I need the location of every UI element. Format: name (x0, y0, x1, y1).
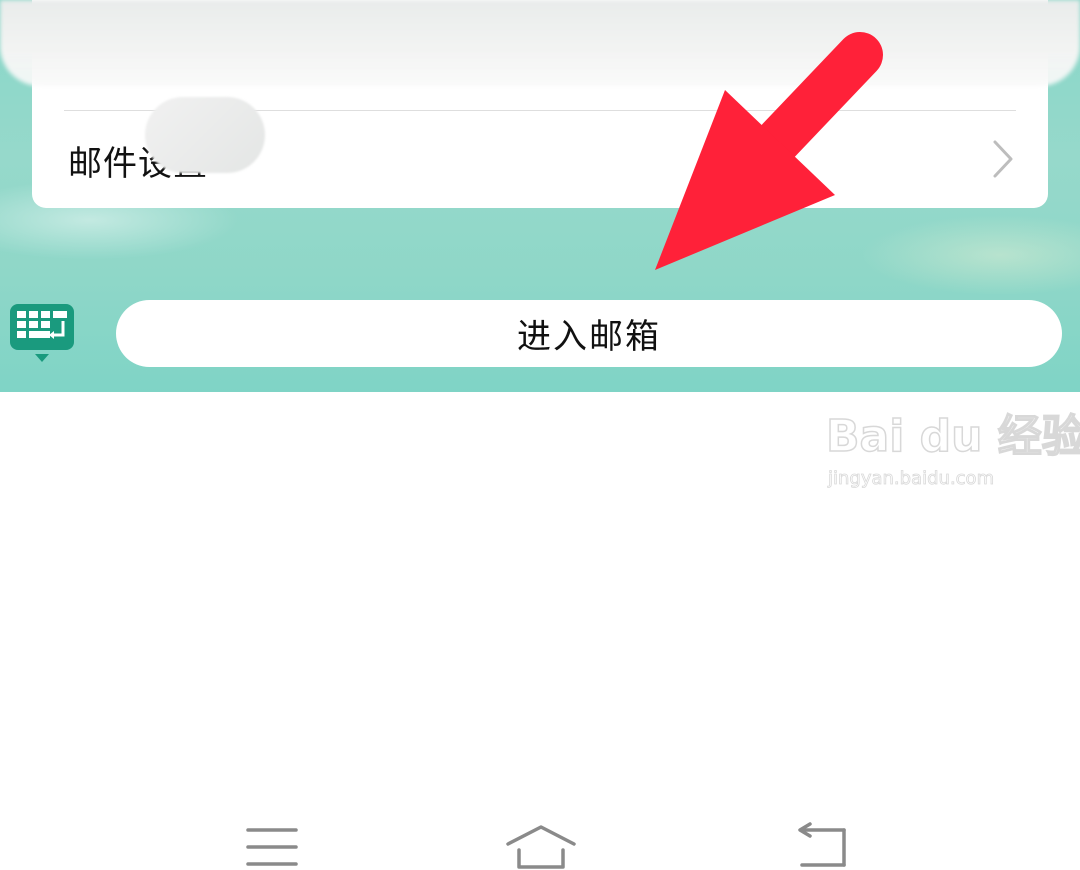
app-content-area: 邮件设置 进入邮箱 (0, 0, 1080, 392)
blurred-region (145, 97, 265, 173)
keyboard-toggle-button[interactable] (8, 302, 76, 366)
baidu-jingyan-watermark: Bai du 经验 jingyan.baidu.com (825, 400, 1080, 496)
enter-mailbox-button[interactable]: 进入邮箱 (116, 300, 1062, 367)
menu-icon[interactable] (246, 827, 298, 867)
chevron-right-icon (993, 140, 1013, 178)
background-glow (860, 215, 1080, 295)
watermark-brand: Bai du 经验 (825, 410, 1080, 463)
back-icon[interactable] (796, 822, 852, 868)
keyboard-icon (10, 304, 74, 362)
home-icon[interactable] (505, 824, 577, 870)
watermark-url: jingyan.baidu.com (828, 468, 995, 490)
blurred-region (0, 0, 1080, 86)
enter-mailbox-label: 进入邮箱 (517, 317, 661, 357)
